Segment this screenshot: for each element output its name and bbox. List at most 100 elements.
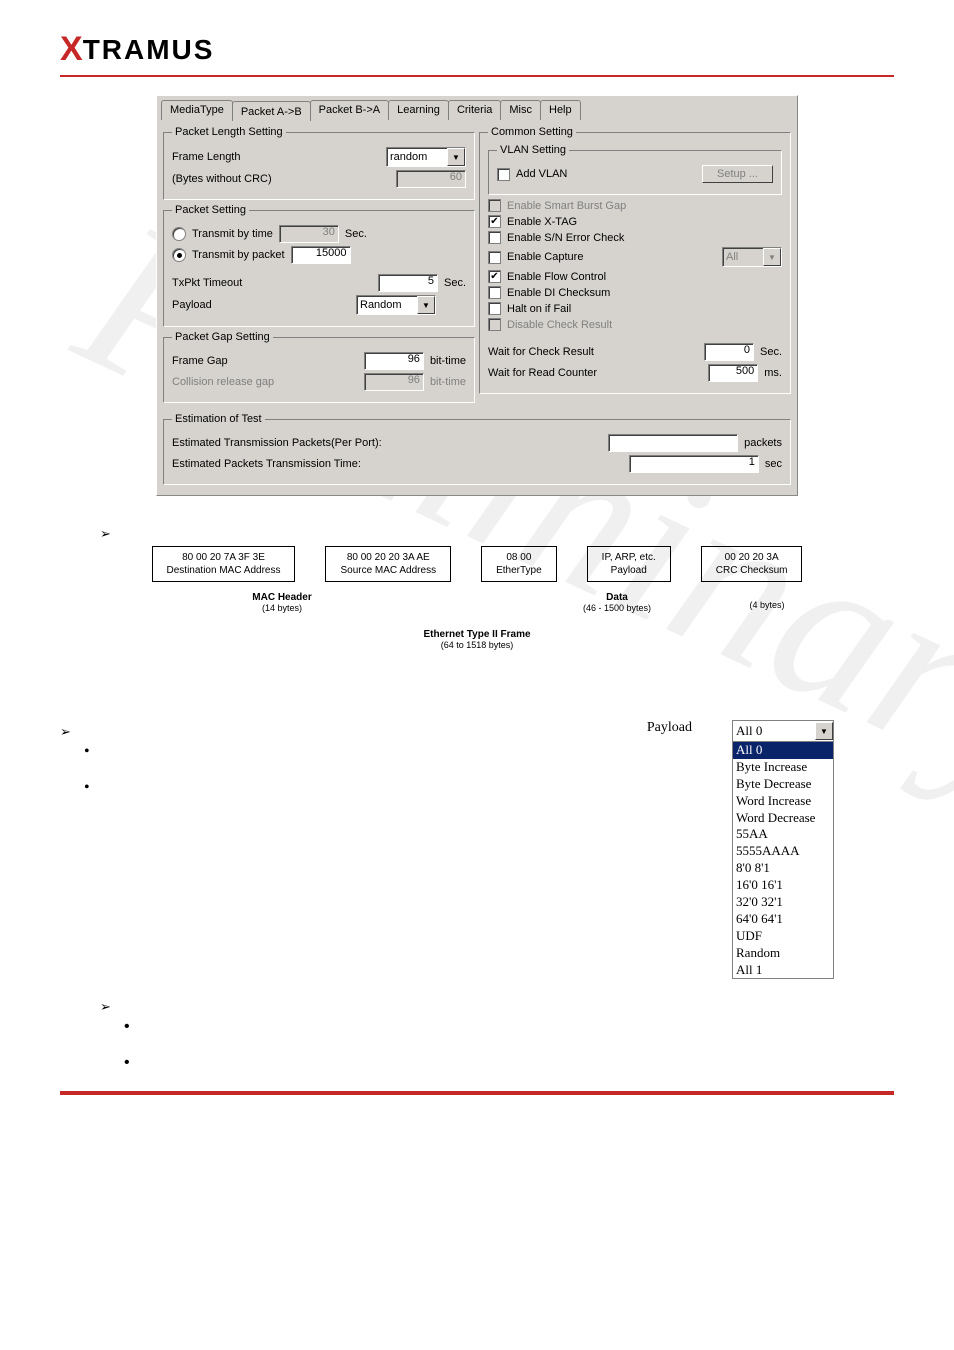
txpkt-label: TxPkt Timeout	[172, 277, 372, 289]
packet-length-legend: Packet Length Setting	[172, 126, 286, 138]
dropdown-icon[interactable]: ▼	[417, 296, 435, 314]
bullet-arrow-icon: ➢	[100, 999, 111, 1015]
transmit-time-label: Transmit by time	[192, 228, 273, 240]
xtag-label: Enable X-TAG	[507, 216, 577, 228]
transmit-by-time-radio[interactable]: Transmit by time	[172, 227, 273, 241]
tab-misc[interactable]: Misc	[500, 100, 541, 120]
txpkt-input[interactable]: 5	[378, 274, 438, 292]
di-checksum-checkbox[interactable]: Enable DI Checksum	[488, 286, 782, 299]
diagram-text: CRC Checksum	[716, 564, 788, 577]
payload-label: Payload	[172, 299, 350, 311]
bullet-disc-icon: •	[124, 1019, 130, 1035]
footer-divider	[60, 1091, 894, 1095]
transmit-by-packet-radio[interactable]: Transmit by packet	[172, 248, 285, 262]
smart-burst-label: Enable Smart Burst Gap	[507, 200, 626, 212]
payload-option[interactable]: 16'0 16'1	[733, 877, 833, 894]
halt-checkbox[interactable]: Halt on if Fail	[488, 302, 782, 315]
wait-read-unit: ms.	[764, 367, 782, 379]
frame-gap-input[interactable]: 96	[364, 352, 424, 370]
bullet-disc-icon: •	[124, 1055, 130, 1071]
diagram-src-mac: 80 00 20 20 3A AE Source MAC Address	[325, 546, 451, 582]
ethernet-frame-diagram: 80 00 20 7A 3F 3E Destination MAC Addres…	[87, 546, 867, 650]
payload-option[interactable]: Word Decrease	[733, 810, 833, 827]
tab-mediatype[interactable]: MediaType	[161, 100, 233, 120]
dropdown-icon[interactable]: ▼	[447, 148, 465, 166]
payload-option[interactable]: Byte Decrease	[733, 776, 833, 793]
payload-option[interactable]: All 0	[733, 742, 833, 759]
frame-length-select[interactable]: random ▼	[386, 147, 466, 167]
payload-option[interactable]: 55AA	[733, 826, 833, 843]
capture-checkbox[interactable]: Enable Capture	[488, 251, 583, 264]
disable-check-checkbox: Disable Check Result	[488, 318, 782, 331]
capture-select: All ▼	[722, 247, 782, 267]
wait-read-label: Wait for Read Counter	[488, 367, 702, 379]
frame-label: Ethernet Type II Frame	[87, 629, 867, 640]
xtag-checkbox[interactable]: ✔Enable X-TAG	[488, 215, 782, 228]
payload-option[interactable]: Random	[733, 945, 833, 962]
diagram-text: Destination MAC Address	[167, 564, 281, 577]
halt-label: Halt on if Fail	[507, 303, 571, 315]
payload-option[interactable]: Byte Increase	[733, 759, 833, 776]
tab-help[interactable]: Help	[540, 100, 581, 120]
payload-dropdown[interactable]: All 0 ▼ All 0 Byte Increase Byte Decreas…	[732, 720, 834, 979]
payload-option[interactable]: Word Increase	[733, 793, 833, 810]
payload-option[interactable]: 32'0 32'1	[733, 894, 833, 911]
transmit-packet-label: Transmit by packet	[192, 249, 285, 261]
logo: XTRAMUS	[60, 30, 894, 69]
payload-option[interactable]: 5555AAAA	[733, 843, 833, 860]
frame-length-value: random	[390, 151, 427, 163]
sn-error-checkbox[interactable]: Enable S/N Error Check	[488, 231, 782, 244]
collision-label: Collision release gap	[172, 376, 358, 388]
add-vlan-checkbox[interactable]: Add VLAN	[497, 168, 567, 181]
est-packets-label: Estimated Transmission Packets(Per Port)…	[172, 437, 602, 449]
common-legend: Common Setting	[488, 126, 576, 138]
add-vlan-label: Add VLAN	[516, 168, 567, 180]
mac-header-sub: (14 bytes)	[117, 603, 447, 613]
diagram-text: Payload	[602, 564, 656, 577]
wait-read-input[interactable]: 500	[708, 364, 758, 382]
est-time-unit: sec	[765, 458, 782, 470]
diagram-text: 80 00 20 7A 3F 3E	[167, 551, 281, 564]
payload-option[interactable]: 8'0 8'1	[733, 860, 833, 877]
tab-bar: MediaType Packet A->B Packet B->A Learni…	[157, 96, 797, 120]
est-packets-unit: packets	[744, 437, 782, 449]
logo-x: X	[60, 30, 85, 69]
tab-learning[interactable]: Learning	[388, 100, 449, 120]
dropdown-icon: ▼	[763, 248, 781, 266]
wait-check-label: Wait for Check Result	[488, 346, 698, 358]
mac-header-label: MAC Header	[117, 592, 447, 603]
data-label: Data	[537, 592, 697, 603]
payload-current-value: All 0	[733, 723, 815, 739]
packet-setting-legend: Packet Setting	[172, 204, 249, 216]
capture-label: Enable Capture	[507, 251, 583, 263]
tab-packet-ab[interactable]: Packet A->B	[232, 101, 311, 121]
logo-rest: TRAMUS	[83, 34, 215, 66]
diagram-text: IP, ARP, etc.	[602, 551, 656, 564]
payload-option[interactable]: 64'0 64'1	[733, 911, 833, 928]
estimation-legend: Estimation of Test	[172, 413, 265, 425]
dropdown-icon[interactable]: ▼	[815, 722, 833, 740]
collision-input: 96	[364, 373, 424, 391]
diagram-dest-mac: 80 00 20 7A 3F 3E Destination MAC Addres…	[152, 546, 296, 582]
diagram-text: EtherType	[496, 564, 542, 577]
diagram-text: 08 00	[496, 551, 542, 564]
sn-error-label: Enable S/N Error Check	[507, 232, 624, 244]
data-sub: (46 - 1500 bytes)	[537, 603, 697, 613]
diagram-payload: IP, ARP, etc. Payload	[587, 546, 671, 582]
payload-option[interactable]: All 1	[733, 962, 833, 979]
tab-criteria[interactable]: Criteria	[448, 100, 501, 120]
payload-select[interactable]: Random ▼	[356, 295, 436, 315]
payload-option[interactable]: UDF	[733, 928, 833, 945]
sec-label: Sec.	[345, 228, 367, 240]
tab-packet-ba[interactable]: Packet B->A	[310, 100, 389, 120]
transmit-packet-input[interactable]: 15000	[291, 246, 351, 264]
flow-checkbox[interactable]: ✔Enable Flow Control	[488, 270, 782, 283]
wait-check-unit: Sec.	[760, 346, 782, 358]
estimation-group: Estimation of Test Estimated Transmissio…	[163, 413, 791, 485]
est-time-value: 1	[629, 455, 759, 473]
vlan-legend: VLAN Setting	[497, 144, 569, 156]
bullet-arrow-icon: ➢	[60, 724, 71, 740]
diagram-crc: 00 20 20 3A CRC Checksum	[701, 546, 803, 582]
frame-sub: (64 to 1518 bytes)	[87, 640, 867, 650]
wait-check-input[interactable]: 0	[704, 343, 754, 361]
